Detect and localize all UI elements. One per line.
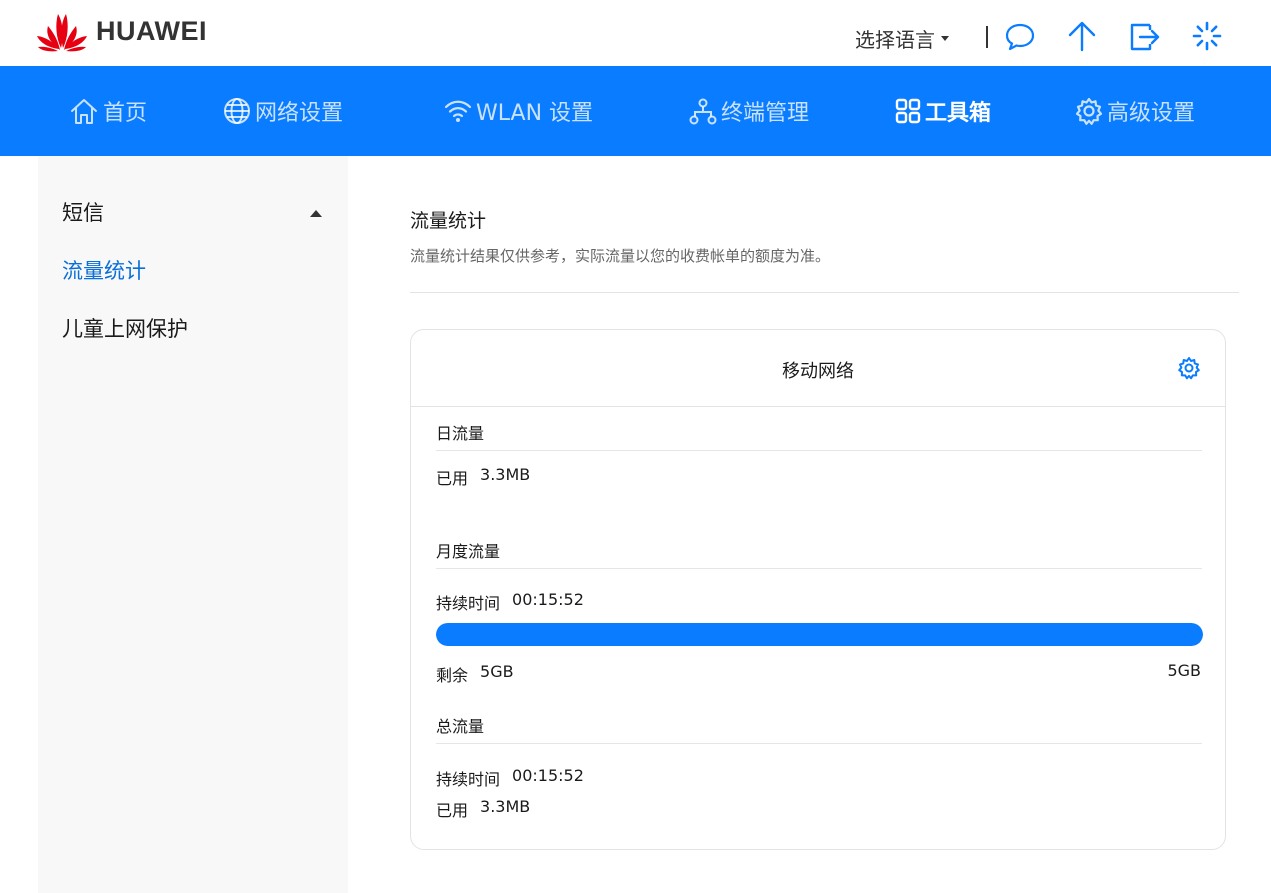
nav-network-label: 网络设置	[255, 101, 344, 126]
monthly-progress-fill	[436, 623, 1203, 646]
chevron-up-icon[interactable]	[310, 210, 322, 217]
section-divider	[436, 450, 1202, 451]
page-description: 流量统计结果仅供参考，实际流量以您的收费帐单的额度为准。	[410, 247, 831, 265]
monthly-traffic-title: 月度流量	[436, 542, 501, 561]
nav-device-management[interactable]: 终端管理	[688, 66, 809, 156]
monthly-remaining-label: 剩余	[436, 666, 469, 685]
section-divider	[436, 568, 1202, 569]
sidebar-item-traffic-stats[interactable]: 流量统计	[62, 255, 146, 285]
sidebar-item-label: 短信	[62, 201, 104, 225]
main-nav: 首页 网络设置 WLAN 设置 终端管理 工具箱 高级设置	[0, 66, 1271, 156]
sidebar-item-sms[interactable]: 短信	[62, 197, 104, 227]
message-icon[interactable]	[1004, 20, 1036, 52]
logout-icon[interactable]	[1128, 20, 1160, 52]
wifi-icon	[444, 100, 472, 122]
huawei-flower-icon	[37, 14, 87, 52]
daily-used-value: 3.3MB	[480, 465, 531, 484]
total-used-row: 已用 3.3MB	[436, 797, 530, 821]
settings-gear-icon[interactable]	[1177, 356, 1201, 380]
total-duration-row: 持续时间 00:15:52	[436, 766, 584, 790]
toolbox-icon	[895, 98, 921, 124]
nav-wlan-label: WLAN 设置	[476, 101, 594, 126]
daily-traffic-title: 日流量	[436, 424, 485, 443]
monthly-remaining-row: 剩余 5GB	[436, 662, 514, 686]
nav-advanced-label: 高级设置	[1107, 101, 1196, 126]
huawei-logo[interactable]: HUAWEI	[36, 10, 207, 52]
monthly-progress-bar	[436, 623, 1203, 646]
sidebar-item-label: 流量统计	[62, 259, 146, 283]
monthly-duration-label: 持续时间	[436, 594, 501, 613]
monthly-total-value: 5GB	[1167, 661, 1201, 680]
home-icon	[71, 99, 97, 124]
nav-home-label: 首页	[103, 101, 148, 126]
sidebar-item-parental-control[interactable]: 儿童上网保护	[62, 313, 188, 343]
header-divider	[986, 26, 988, 48]
nav-devices-label: 终端管理	[721, 101, 810, 126]
daily-used-label: 已用	[436, 469, 469, 488]
brand-name: HUAWEI	[96, 15, 207, 46]
card-title: 移动网络	[782, 361, 854, 382]
devices-icon	[689, 98, 717, 125]
total-used-value: 3.3MB	[480, 797, 531, 816]
monthly-remaining-value: 5GB	[480, 662, 514, 681]
globe-icon	[224, 98, 250, 124]
nav-wlan-settings[interactable]: WLAN 设置	[443, 66, 593, 156]
nav-home[interactable]: 首页	[68, 66, 147, 156]
language-label: 选择语言	[855, 28, 935, 52]
total-used-label: 已用	[436, 801, 469, 820]
monthly-duration-value: 00:15:52	[512, 590, 584, 609]
total-duration-value: 00:15:52	[512, 766, 584, 785]
gear-icon	[1075, 97, 1103, 125]
nav-toolbox-label: 工具箱	[925, 101, 992, 126]
section-divider	[436, 743, 1202, 744]
sidebar-item-label: 儿童上网保护	[62, 317, 188, 341]
page-divider	[410, 292, 1239, 293]
upload-icon[interactable]	[1066, 20, 1098, 52]
daily-used-row: 已用 3.3MB	[436, 465, 530, 489]
language-selector[interactable]: 选择语言	[855, 24, 949, 53]
total-traffic-title: 总流量	[436, 717, 485, 736]
sidebar: 短信 流量统计 儿童上网保护	[38, 156, 348, 893]
page-title: 流量统计	[410, 210, 487, 232]
loading-icon[interactable]	[1191, 20, 1223, 52]
chevron-down-icon	[941, 36, 949, 41]
monthly-duration-row: 持续时间 00:15:52	[436, 590, 584, 614]
nav-network-settings[interactable]: 网络设置	[222, 66, 343, 156]
nav-advanced-settings[interactable]: 高级设置	[1074, 66, 1195, 156]
top-header: HUAWEI 选择语言	[0, 0, 1271, 66]
nav-toolbox[interactable]: 工具箱	[894, 66, 991, 156]
mobile-network-card: 移动网络 日流量 已用 3.3MB 月度流量 持续时间 00:15:52 剩余 …	[410, 329, 1226, 850]
card-header: 移动网络	[411, 330, 1225, 407]
total-duration-label: 持续时间	[436, 770, 501, 789]
